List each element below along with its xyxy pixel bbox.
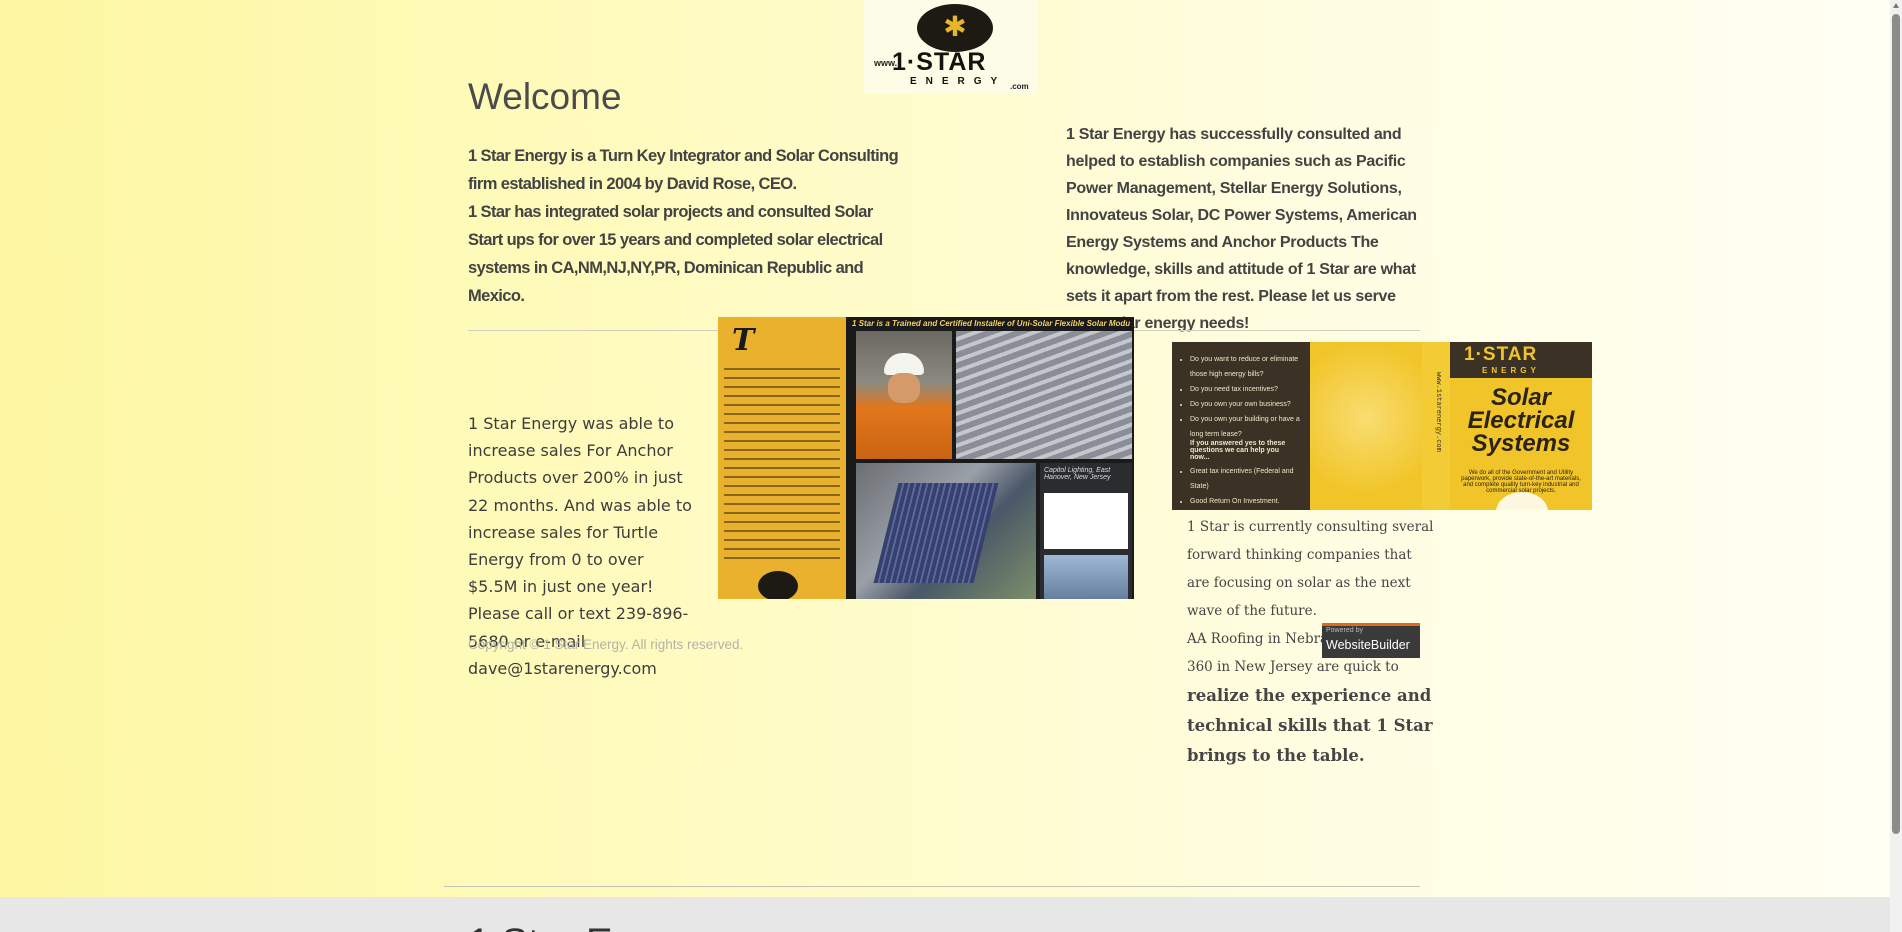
flyer-sun-disc <box>1496 492 1548 510</box>
flyer-brand: 1·STAR <box>1464 344 1538 365</box>
brochure-header: 1 Star is a Trained and Certified Instal… <box>852 319 1130 328</box>
flyer-title: Solar Electrical Systems <box>1467 384 1575 457</box>
flyer-answer: If you answered yes to these questions w… <box>1190 440 1286 461</box>
footer-title: 1 Star Energy <box>468 921 713 932</box>
rooftop-solar-photo <box>856 463 1036 599</box>
badge-name: WebsiteBuilder <box>1326 638 1410 652</box>
brochure-dropcap: T <box>732 323 755 358</box>
footer-divider <box>444 886 1420 887</box>
list-item: Good Return On Investment. <box>1190 494 1310 509</box>
intro-text: 1 Star Energy is a Turn Key Integrator a… <box>468 142 908 310</box>
brochure-text-column: T <box>718 317 846 599</box>
scroll-up-icon[interactable] <box>1893 3 1899 8</box>
websitebuilder-badge[interactable]: Powered by WebsiteBuilder <box>1322 623 1420 658</box>
clients-text: 1 Star Energy has successfully consulted… <box>1066 126 1417 332</box>
copyright-text: Copyright © 1 Star Energy. All rights re… <box>468 637 744 652</box>
brochure-caption: Capitol Lighting, East Hanover, New Jers… <box>1044 467 1111 481</box>
list-item: Great tax incentives (Federal and State) <box>1190 464 1310 494</box>
list-item: Do you own your building or have a long … <box>1190 412 1310 442</box>
logo-brand: 1·STAR <box>892 48 987 76</box>
worker-photo <box>856 331 952 459</box>
worker-face <box>888 373 920 403</box>
rooftop-panels <box>873 483 999 583</box>
logo: ✱ www. 1·STAR ENERGY .com <box>864 0 1038 94</box>
page-title: Welcome <box>468 76 622 117</box>
flyer-brand-sub: ENERGY <box>1482 366 1540 375</box>
flyer-title-panel: 1·STAR ENERGY Solar Electrical Systems W… <box>1450 342 1592 510</box>
blank-panel <box>1044 493 1128 549</box>
flyer-url: www.1starenergy.com <box>1434 372 1442 452</box>
solar-flyer-image: Do you want to reduce or eliminate those… <box>1172 342 1592 510</box>
solar-panels-photo <box>956 331 1132 459</box>
sky-photo <box>1044 555 1128 599</box>
flyer-blurb: We do all of the Government and Utility … <box>1461 470 1581 494</box>
hardhat-icon <box>884 353 924 375</box>
brochure-body-lines <box>724 361 840 566</box>
list-item: Do you own your own business? <box>1190 397 1310 412</box>
logo-sub: ENERGY <box>910 76 1007 87</box>
intro-paragraph-1: 1 Star Energy is a Turn Key Integrator a… <box>468 147 899 193</box>
solar-brochure-image: T 1 Star is a Trained and Certified Inst… <box>718 317 1134 599</box>
flyer-star-graphic <box>1310 342 1422 510</box>
vertical-scrollbar[interactable] <box>1890 0 1902 932</box>
list-item: Do you need tax incentives? <box>1190 382 1310 397</box>
star-emblem-icon: ✱ <box>917 4 993 52</box>
list-item: Do you want to reduce or eliminate those… <box>1190 352 1310 382</box>
consulting-paragraph-3: realize the experience and technical ski… <box>1187 686 1433 765</box>
flyer-question-list: Do you want to reduce or eliminate those… <box>1172 352 1310 442</box>
flyer-question-panel: Do you want to reduce or eliminate those… <box>1172 342 1310 510</box>
caption-tile: Capitol Lighting, East Hanover, New Jers… <box>1040 463 1132 599</box>
brochure-star-icon <box>758 571 798 599</box>
intro-paragraph-2: 1 Star has integrated solar projects and… <box>468 203 883 305</box>
scrollbar-thumb[interactable] <box>1892 14 1900 834</box>
footer: 1 Star Energy <box>0 897 1890 932</box>
badge-powered-by: Powered by <box>1326 627 1363 634</box>
logo-com: .com <box>1010 82 1029 91</box>
consulting-paragraph-1: 1 Star is currently consulting sveral fo… <box>1187 519 1434 619</box>
flyer-benefits-list: Great tax incentives (Federal and State)… <box>1172 464 1310 509</box>
